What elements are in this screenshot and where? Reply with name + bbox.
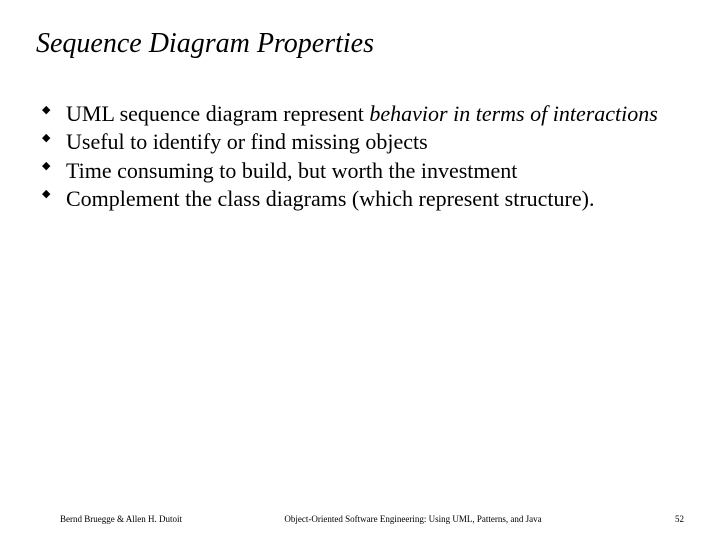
footer-page-number: 52 — [644, 514, 684, 524]
slide-title: Sequence Diagram Properties — [36, 28, 684, 60]
footer-book-title: Object-Oriented Software Engineering: Us… — [182, 514, 644, 524]
diamond-bullet-icon: ◆ — [42, 161, 50, 172]
slide: Sequence Diagram Properties ◆ UML sequen… — [0, 0, 720, 540]
list-item: ◆ UML sequence diagram represent behavio… — [42, 100, 684, 128]
bullet-text-italic: behavior in terms of interactions — [369, 101, 657, 126]
diamond-bullet-icon: ◆ — [42, 105, 50, 116]
list-item: ◆ Complement the class diagrams (which r… — [42, 185, 684, 213]
bullet-text-plain: Complement the class diagrams (which rep… — [66, 186, 594, 211]
diamond-bullet-icon: ◆ — [42, 189, 50, 200]
bullet-text-plain: Useful to identify or find missing objec… — [66, 129, 428, 154]
list-item: ◆ Time consuming to build, but worth the… — [42, 157, 684, 185]
bullet-text-plain: Time consuming to build, but worth the i… — [66, 158, 517, 183]
list-item: ◆ Useful to identify or find missing obj… — [42, 128, 684, 156]
slide-footer: Bernd Bruegge & Allen H. Dutoit Object-O… — [0, 514, 720, 524]
footer-authors: Bernd Bruegge & Allen H. Dutoit — [60, 514, 182, 524]
bullet-list: ◆ UML sequence diagram represent behavio… — [36, 100, 684, 213]
bullet-text-plain: UML sequence diagram represent — [66, 101, 369, 126]
diamond-bullet-icon: ◆ — [42, 133, 50, 144]
